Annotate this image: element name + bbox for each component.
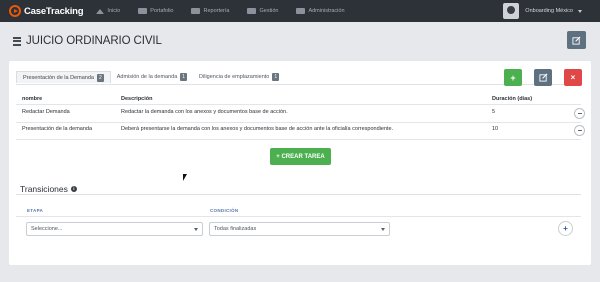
tab-count-badge: 1: [272, 73, 280, 81]
transitions-heading: Transiciones i: [20, 184, 77, 194]
edit-icon: [572, 36, 581, 45]
nav-item-label: Reportería: [203, 8, 230, 14]
list-icon: [296, 8, 306, 14]
tab-label: Presentación de la Demanda: [23, 74, 94, 81]
tab-admision-demanda[interactable]: Admisión de la demanda 1: [111, 71, 193, 83]
page-title-text: JUICIO ORDINARIO CIVIL: [26, 35, 162, 47]
task-description: Deberá presentarse la demanda con los an…: [121, 126, 394, 132]
briefcase-icon: [138, 8, 148, 14]
nav-item-portafolio[interactable]: Portafolio: [138, 8, 173, 14]
create-task-button[interactable]: + CREAR TAREA: [270, 148, 331, 165]
list-icon: [13, 36, 21, 46]
delete-stage-button[interactable]: ×: [564, 69, 582, 86]
edit-process-button[interactable]: [567, 31, 586, 49]
nav-item-label: Portafolio: [150, 8, 174, 14]
main-nav: Inicio Portafolio Reportería Gestión Adm…: [96, 8, 362, 14]
condition-select[interactable]: Todas finalizadas: [209, 222, 390, 236]
minus-icon: [577, 130, 582, 131]
page-title: JUICIO ORDINARIO CIVIL: [13, 35, 162, 47]
nav-item-label: Gestión: [259, 8, 279, 14]
column-header-descripcion: Descripción: [121, 96, 153, 102]
add-transition-button[interactable]: +: [558, 221, 573, 236]
column-header-condicion: CONDICIÓN: [210, 208, 239, 213]
nav-item-administracion[interactable]: Administración: [296, 8, 345, 14]
chevron-down-icon: [578, 9, 582, 13]
column-header-etapa: ETAPA: [27, 208, 44, 213]
user-menu[interactable]: Onboarding México: [503, 3, 582, 19]
remove-task-button[interactable]: [574, 108, 585, 119]
top-navbar: CaseTracking Inicio Portafolio Reporterí…: [0, 0, 600, 22]
table-header-divider: [16, 104, 581, 105]
stage-select-value: Seleccione...: [31, 226, 63, 232]
task-duration: 10: [492, 126, 499, 132]
info-icon[interactable]: i: [70, 186, 77, 192]
folder-icon: [247, 8, 257, 14]
mouse-cursor-icon: [183, 174, 187, 181]
brand-name: CaseTracking: [24, 5, 84, 17]
table-row-divider: [16, 122, 581, 123]
nav-item-inicio[interactable]: Inicio: [96, 8, 120, 14]
chart-icon: [191, 8, 201, 14]
stage-select[interactable]: Seleccione...: [26, 222, 203, 236]
tab-presentacion-demanda[interactable]: Presentación de la Demanda 2: [16, 71, 111, 83]
brand[interactable]: CaseTracking: [9, 5, 84, 17]
table-row-divider: [16, 139, 581, 140]
task-duration: 5: [492, 109, 496, 115]
minus-icon: [577, 113, 582, 114]
tab-label: Diligencia de emplazamiento: [199, 74, 270, 80]
tabs-divider: [16, 84, 581, 85]
tab-count-badge: 2: [96, 73, 104, 82]
task-name: Presentación de la demanda: [22, 126, 93, 132]
chevron-down-icon: [194, 228, 198, 231]
remove-task-button[interactable]: [574, 125, 585, 136]
condition-select-value: Todas finalizadas: [214, 226, 257, 232]
avatar: [503, 3, 520, 19]
stage-tabs: Presentación de la Demanda 2 Admisión de…: [16, 71, 285, 83]
transitions-title: Transiciones: [20, 184, 68, 194]
task-name: Redactar Demanda: [22, 109, 70, 115]
transitions-header-divider: [16, 216, 581, 217]
nav-item-label: Administración: [308, 8, 345, 14]
edit-stage-button[interactable]: [534, 69, 552, 86]
edit-icon: [538, 73, 547, 82]
add-stage-button[interactable]: +: [504, 69, 522, 86]
brand-logo-icon: [9, 5, 21, 17]
transitions-divider: [16, 194, 581, 195]
tab-label: Admisión de la demanda: [116, 74, 178, 80]
task-description: Redactar la demanda con los anexos y doc…: [121, 109, 288, 115]
home-icon: [96, 8, 105, 14]
tab-count-badge: 1: [180, 73, 188, 81]
nav-item-reporteria[interactable]: Reportería: [191, 8, 229, 14]
nav-item-label: Inicio: [107, 8, 121, 14]
nav-item-gestion[interactable]: Gestión: [247, 8, 278, 14]
process-card: Presentación de la Demanda 2 Admisión de…: [9, 61, 591, 265]
tab-diligencia-emplazamiento[interactable]: Diligencia de emplazamiento 1: [193, 71, 285, 83]
user-name: Onboarding México: [525, 8, 573, 14]
column-header-duracion: Duración (días): [492, 96, 533, 102]
chevron-down-icon: [381, 228, 385, 231]
column-header-nombre: nombre: [22, 96, 43, 102]
